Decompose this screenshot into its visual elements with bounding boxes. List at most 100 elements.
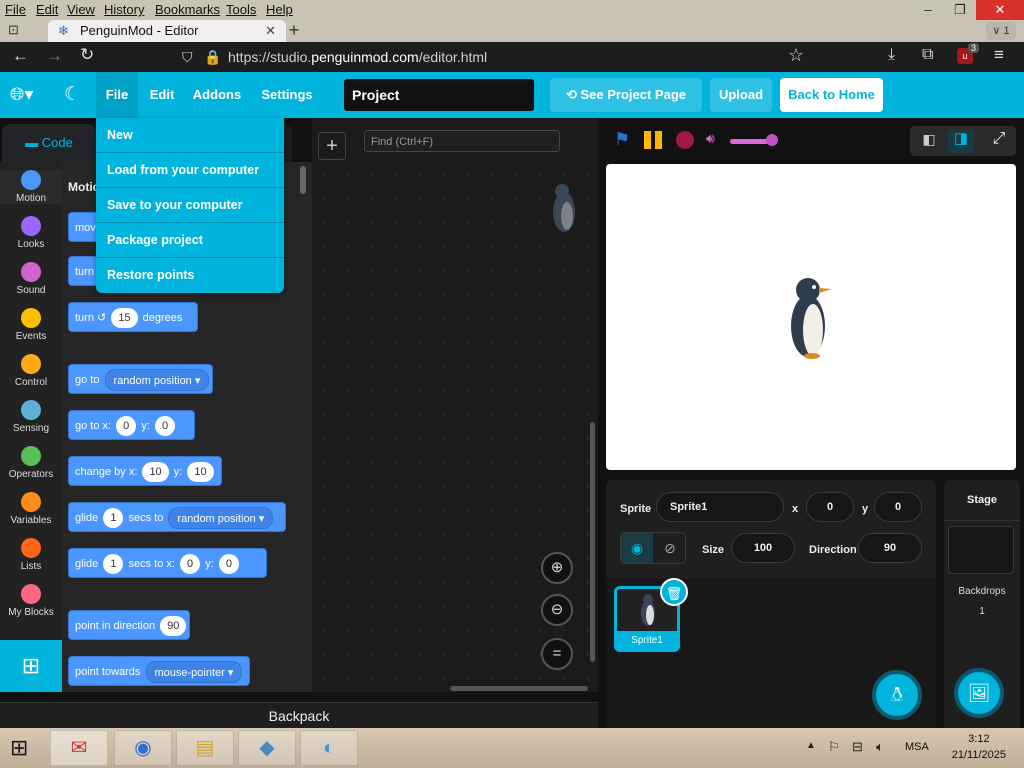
add-icon[interactable]: +: [318, 132, 346, 160]
show-eye-icon[interactable]: ◉: [621, 533, 653, 563]
find-input[interactable]: Find (Ctrl+F): [364, 130, 560, 152]
block-glide-xy[interactable]: glide 1 secs to x: 0 y: 0: [68, 548, 267, 578]
upload-button[interactable]: Upload: [710, 78, 772, 112]
file-menu-load[interactable]: Load from your computer: [96, 153, 284, 188]
category-control[interactable]: Control: [0, 354, 62, 388]
small-stage-icon[interactable]: ◧: [916, 131, 942, 151]
see-project-page-button[interactable]: ⟲ See Project Page: [550, 78, 702, 112]
language-globe-icon[interactable]: 🌐︎▾: [10, 84, 33, 105]
taskbar-app-1-icon[interactable]: ✉: [50, 730, 108, 766]
add-sprite-icon[interactable]: 🐧︎: [872, 670, 922, 720]
change-x-input[interactable]: 10: [142, 462, 169, 483]
new-tab-icon[interactable]: +: [284, 21, 304, 41]
start-windows-icon[interactable]: ⊞: [10, 735, 28, 761]
penguin-sprite[interactable]: [786, 276, 836, 360]
minimize-icon[interactable]: –: [912, 0, 944, 20]
block-go-to-xy[interactable]: go to x: 0 y: 0: [68, 410, 195, 440]
sprite-y-input[interactable]: 0: [874, 492, 922, 522]
menu-edit[interactable]: Edit: [36, 2, 58, 17]
palette-scrollbar[interactable]: [300, 166, 306, 194]
goto-y-input[interactable]: 0: [154, 416, 176, 437]
category-sound[interactable]: Sound: [0, 262, 62, 296]
browser-tab[interactable]: ❄ PenguinMod - Editor ✕: [48, 20, 286, 42]
close-icon[interactable]: ✕: [976, 0, 1024, 20]
file-menu-package[interactable]: Package project: [96, 223, 284, 258]
category-operators[interactable]: Operators: [0, 446, 62, 480]
url-bar[interactable]: ⛉ 🔒 https://studio.penguinmod.com/editor…: [176, 44, 766, 70]
zoom-reset-icon[interactable]: =: [541, 638, 573, 670]
tray-arrow-icon[interactable]: ▲: [806, 740, 816, 751]
direction-input[interactable]: 90: [160, 616, 187, 637]
block-point-towards[interactable]: point towards mouse-pointer ▾: [68, 656, 250, 686]
reload-icon[interactable]: ↻: [80, 45, 94, 65]
menu-view[interactable]: View: [67, 2, 95, 17]
delete-sprite-icon[interactable]: 🗑︎: [660, 578, 688, 606]
menu-settings[interactable]: Settings: [256, 72, 318, 118]
file-menu-new[interactable]: New: [96, 118, 284, 153]
menu-addons[interactable]: Addons: [190, 72, 244, 118]
workspace-v-scrollbar[interactable]: [590, 422, 595, 662]
file-menu-save[interactable]: Save to your computer: [96, 188, 284, 223]
category-events[interactable]: Events: [0, 308, 62, 342]
backpack[interactable]: Backpack: [0, 702, 598, 728]
tab-list-button[interactable]: ∨ 1: [986, 22, 1016, 40]
input-language[interactable]: MSA: [905, 741, 929, 753]
change-y-input[interactable]: 10: [187, 462, 214, 483]
tab-code[interactable]: ▬ Code: [2, 124, 96, 162]
menu-help[interactable]: Help: [266, 2, 293, 17]
goto-dropdown[interactable]: random position ▾: [104, 369, 210, 392]
workspace-h-scrollbar[interactable]: [450, 686, 588, 691]
glide-dropdown[interactable]: random position ▾: [168, 507, 274, 530]
taskbar-explorer-icon[interactable]: ▤: [176, 730, 234, 766]
app-menu-icon[interactable]: ≡: [994, 45, 1004, 65]
code-workspace[interactable]: ⊕ ⊖ =: [312, 162, 598, 692]
glide-y-input[interactable]: 0: [218, 554, 239, 575]
sprite-size-input[interactable]: 100: [731, 533, 795, 563]
pause-icon[interactable]: [644, 131, 664, 149]
download-icon[interactable]: ⤓: [888, 46, 895, 64]
back-arrow-icon[interactable]: ←: [12, 46, 29, 66]
zoom-in-icon[interactable]: ⊕: [541, 552, 573, 584]
back-to-home-button[interactable]: Back to Home: [780, 78, 883, 112]
taskbar-app-4-icon[interactable]: ◆: [238, 730, 296, 766]
category-my-blocks[interactable]: My Blocks: [0, 584, 62, 618]
block-go-to[interactable]: go to random position ▾: [68, 364, 213, 394]
restore-icon[interactable]: ❐: [944, 0, 976, 20]
category-looks[interactable]: Looks: [0, 216, 62, 250]
forward-arrow-icon[interactable]: →: [46, 46, 63, 66]
turn-degrees-input[interactable]: 15: [111, 308, 138, 329]
tray-flag-icon[interactable]: ⚐: [828, 739, 840, 755]
block-point-in-direction[interactable]: point in direction 90: [68, 610, 190, 640]
category-lists[interactable]: Lists: [0, 538, 62, 572]
file-menu-restore-points[interactable]: Restore points: [96, 258, 284, 293]
green-flag-icon[interactable]: ⚑: [614, 129, 630, 150]
menu-file[interactable]: File: [5, 2, 26, 17]
hide-eye-icon[interactable]: ⊘: [654, 533, 686, 563]
block-turn-left[interactable]: turn ↺ 15 degrees: [68, 302, 198, 332]
normal-stage-icon[interactable]: ◨: [948, 129, 974, 153]
add-extension-icon[interactable]: ⊞: [0, 640, 62, 692]
glide-x-input[interactable]: 0: [180, 554, 201, 575]
block-change-by[interactable]: change by x: 10 y: 10: [68, 456, 222, 486]
taskbar-app-5-icon[interactable]: ◐: [300, 730, 358, 766]
tab-close-icon[interactable]: ✕: [265, 20, 276, 42]
extensions-icon[interactable]: ⧉: [922, 46, 933, 64]
stage-thumbnail[interactable]: [948, 526, 1014, 574]
goto-x-input[interactable]: 0: [116, 416, 137, 437]
theme-moon-icon[interactable]: ☾: [64, 83, 81, 106]
block-glide-random[interactable]: glide 1 secs to random position ▾: [68, 502, 286, 532]
add-backdrop-icon[interactable]: 🖼︎: [954, 668, 1004, 718]
bookmark-star-icon[interactable]: ☆: [788, 45, 804, 66]
stage-canvas[interactable]: [606, 164, 1016, 470]
category-motion[interactable]: Motion: [0, 170, 62, 204]
tray-volume-icon[interactable]: 🔈︎: [876, 739, 884, 755]
volume-icon[interactable]: 🔊︎: [706, 130, 715, 147]
zoom-out-icon[interactable]: ⊖: [541, 594, 573, 626]
towards-dropdown[interactable]: mouse-pointer ▾: [145, 661, 243, 684]
tray-network-icon[interactable]: ⊟: [852, 739, 863, 755]
sprite-direction-input[interactable]: 90: [858, 533, 922, 563]
glide-secs-input[interactable]: 1: [103, 508, 124, 529]
taskbar-app-2-icon[interactable]: ◉: [114, 730, 172, 766]
sprite-name-input[interactable]: Sprite1: [656, 492, 784, 522]
menu-tools[interactable]: Tools: [226, 2, 256, 17]
